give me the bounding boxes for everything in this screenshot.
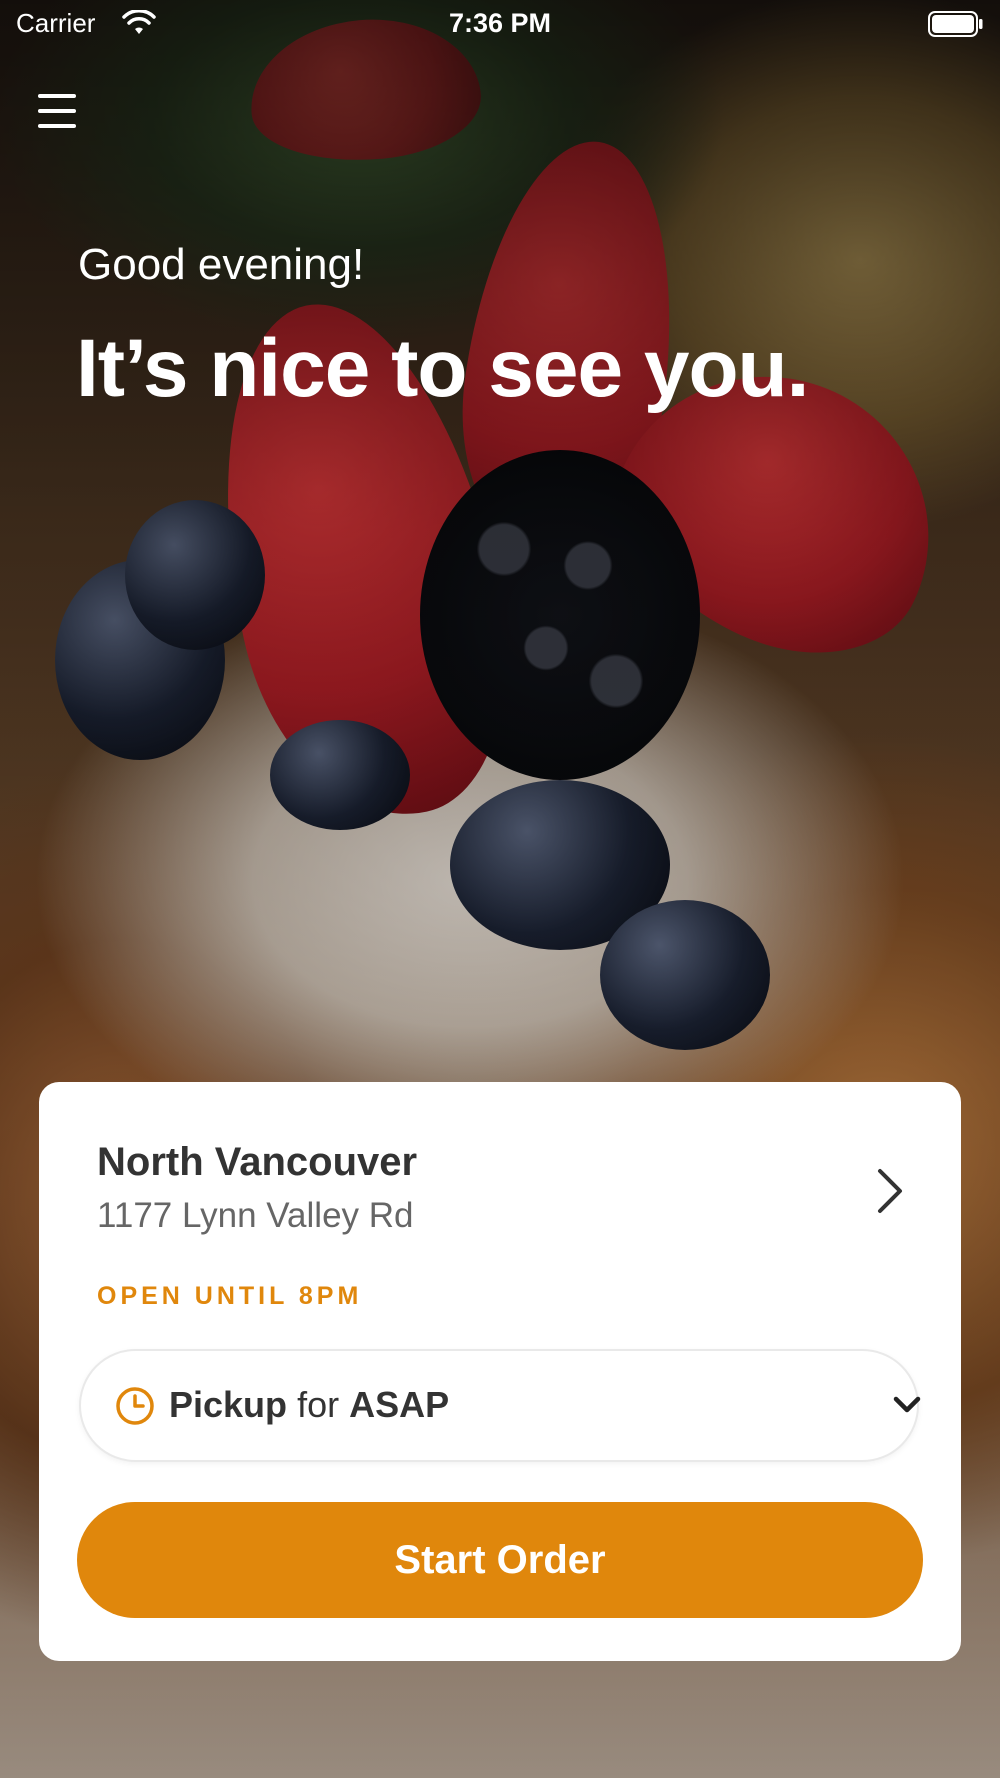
order-mode: Pickup xyxy=(169,1384,288,1425)
hamburger-menu-icon[interactable] xyxy=(36,92,80,132)
location-name: North Vancouver xyxy=(97,1140,418,1184)
location-address: 1177 Lynn Valley Rd xyxy=(97,1196,414,1235)
order-connector: for xyxy=(297,1384,340,1425)
open-status-label: OPEN UNTIL 8PM xyxy=(97,1282,363,1310)
location-card: North Vancouver 1177 Lynn Valley Rd OPEN… xyxy=(39,1082,961,1661)
order-time-summary: Pickup for ASAP xyxy=(169,1384,449,1426)
greeting-text: Good evening! xyxy=(78,240,365,289)
battery-icon xyxy=(928,11,983,37)
location-selector[interactable]: North Vancouver 1177 Lynn Valley Rd xyxy=(39,1082,961,1282)
chevron-down-icon xyxy=(893,1396,921,1413)
headline-text: It’s nice to see you. xyxy=(76,323,809,414)
order-time-dropdown[interactable]: Pickup for ASAP xyxy=(79,1349,921,1462)
clock-icon xyxy=(116,1387,154,1425)
start-order-button[interactable]: Start Order xyxy=(77,1502,923,1618)
status-bar: Carrier 7:36 PM xyxy=(0,0,1000,50)
chevron-right-icon xyxy=(878,1169,902,1213)
clock-time: 7:36 PM xyxy=(448,8,552,38)
order-time: ASAP xyxy=(349,1384,450,1425)
